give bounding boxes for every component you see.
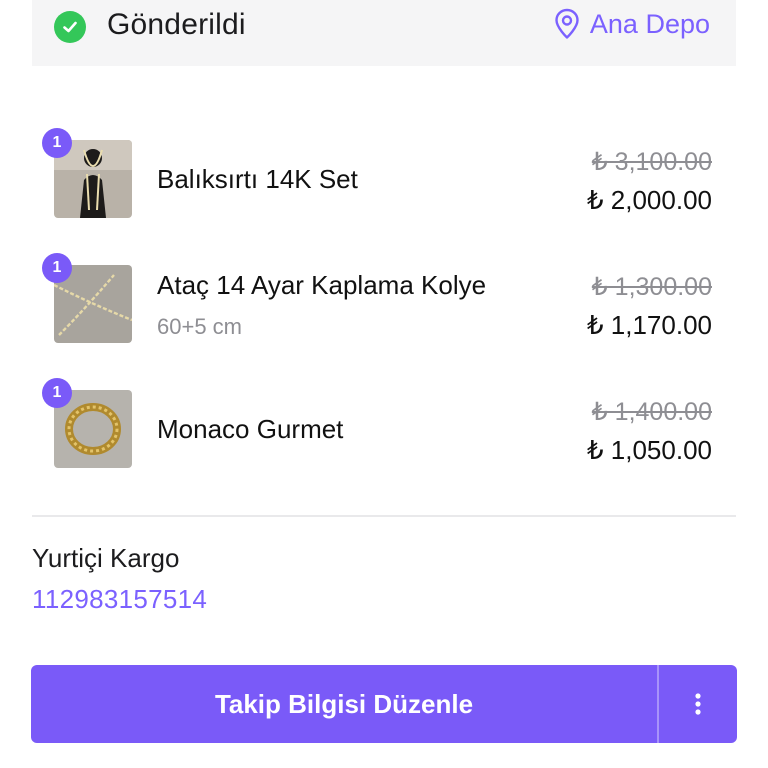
discounted-price: ₺ 2,000.00 bbox=[587, 185, 712, 215]
quantity-badge: 1 bbox=[42, 253, 72, 283]
discounted-price: ₺ 1,170.00 bbox=[587, 310, 712, 340]
shipping-carrier: Yurtiçi Kargo bbox=[32, 543, 180, 573]
product-variant: 60+5 cm bbox=[157, 314, 242, 339]
quantity-badge: 1 bbox=[42, 128, 72, 158]
discounted-price: ₺ 1,050.00 bbox=[587, 435, 712, 465]
line-item[interactable]: 1 Monaco Gurmet ₺ 1,400.00 ₺ 1,050.00 bbox=[42, 378, 736, 470]
product-name: Ataç 14 Ayar Kaplama Kolye bbox=[157, 270, 487, 300]
location-pin-icon bbox=[555, 8, 579, 39]
section-divider bbox=[32, 515, 736, 517]
original-price: ₺ 3,100.00 bbox=[591, 148, 712, 176]
line-item[interactable]: 1 Ataç 14 Ayar Kaplama Kolye 60+5 cm ₺ 1… bbox=[42, 253, 736, 345]
line-item[interactable]: 1 Balıksırtı 14K Set ₺ 3,100.00 ₺ 2,000.… bbox=[42, 128, 736, 220]
check-circle-icon bbox=[54, 11, 86, 43]
tracking-action-bar: Takip Bilgisi Düzenle bbox=[31, 665, 737, 743]
tracking-number-link[interactable]: 112983157514 bbox=[32, 584, 207, 615]
vertical-ellipsis-icon bbox=[695, 693, 701, 715]
fulfillment-header: Gönderildi Ana Depo bbox=[32, 0, 736, 66]
original-price: ₺ 1,300.00 bbox=[591, 273, 712, 301]
original-price: ₺ 1,400.00 bbox=[591, 398, 712, 426]
edit-tracking-button[interactable]: Takip Bilgisi Düzenle bbox=[31, 665, 657, 743]
location-label: Ana Depo bbox=[589, 8, 710, 39]
location-link[interactable]: Ana Depo bbox=[554, 8, 710, 40]
fulfillment-status: Gönderildi bbox=[107, 8, 246, 41]
more-actions-button[interactable] bbox=[659, 665, 737, 743]
quantity-badge: 1 bbox=[42, 378, 72, 408]
product-name: Monaco Gurmet bbox=[157, 414, 344, 444]
product-name: Balıksırtı 14K Set bbox=[157, 164, 358, 194]
